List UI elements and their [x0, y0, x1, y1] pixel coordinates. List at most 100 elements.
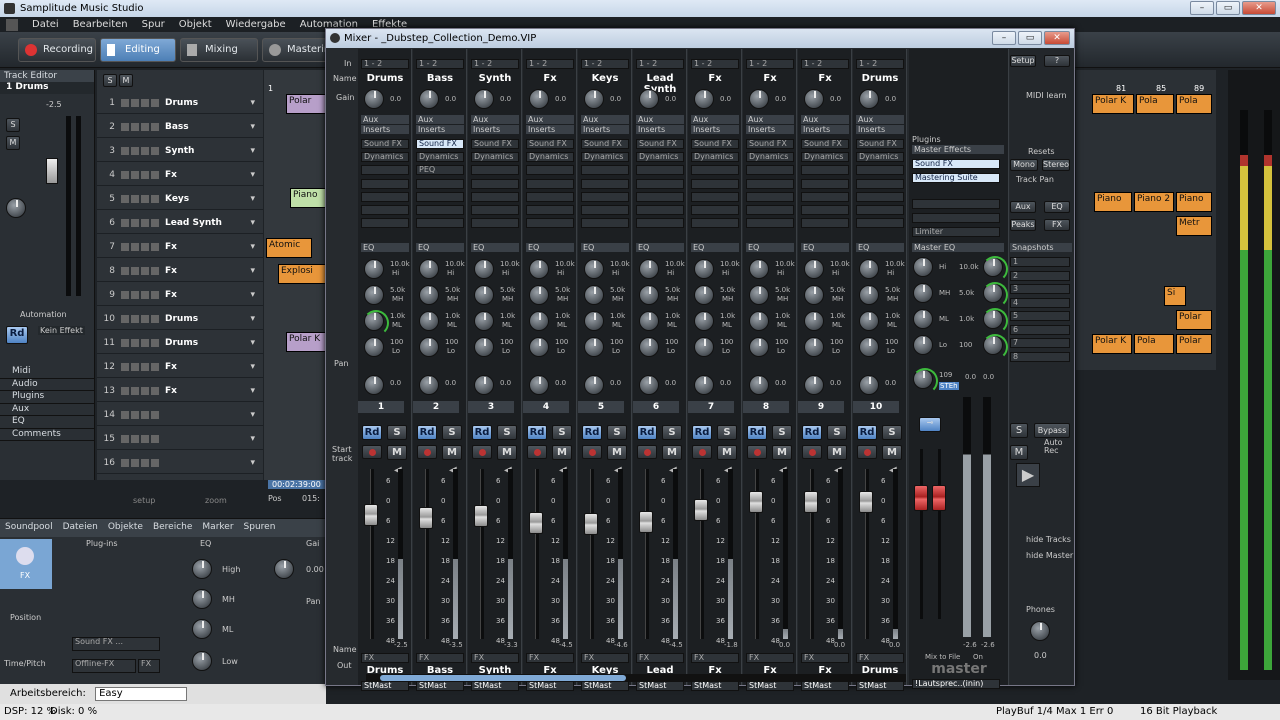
- aux-header[interactable]: Aux: [416, 115, 464, 124]
- master-slot-sound-fx[interactable]: Sound FX: [912, 159, 1000, 169]
- track-row[interactable]: 3 Synth ▾: [97, 140, 263, 162]
- menu-datei[interactable]: Datei: [32, 17, 59, 32]
- track-row[interactable]: 14 ▾: [97, 404, 263, 426]
- record-arm-button[interactable]: [857, 445, 877, 459]
- track-name[interactable]: Bass: [165, 116, 189, 138]
- insert-slot-empty[interactable]: [416, 179, 464, 189]
- track-name[interactable]: Drums: [165, 92, 198, 114]
- volume-fader[interactable]: [529, 512, 543, 534]
- fx-select[interactable]: FX: [856, 653, 904, 663]
- eq-band-knob[interactable]: [639, 259, 659, 279]
- master-eq-ml-freq-knob[interactable]: [982, 308, 1008, 334]
- clip-polar-r3[interactable]: Polar: [1176, 310, 1212, 330]
- solo-all-button[interactable]: S: [103, 74, 117, 87]
- aux-header[interactable]: Aux: [746, 115, 794, 124]
- insert-slot-empty[interactable]: [856, 205, 904, 215]
- track-buttons[interactable]: [121, 435, 159, 443]
- track-buttons[interactable]: [121, 243, 159, 251]
- insert-slot-empty[interactable]: [856, 192, 904, 202]
- read-automation-button[interactable]: Rd: [417, 425, 437, 440]
- solo-button[interactable]: S: [882, 425, 902, 440]
- eq-band-knob[interactable]: [749, 337, 769, 357]
- chevron-down-icon[interactable]: ▾: [250, 236, 255, 258]
- hide-master-toggle[interactable]: hide Master: [1026, 551, 1073, 560]
- snapshot-slot[interactable]: 1: [1010, 257, 1070, 267]
- mixing-mode-button[interactable]: Mixing: [180, 38, 258, 62]
- volume-fader[interactable]: [584, 513, 598, 535]
- workspace-select[interactable]: Easy: [95, 687, 188, 701]
- gain-knob[interactable]: [639, 89, 659, 109]
- pan-knob[interactable]: [584, 375, 604, 395]
- eq-band-knob[interactable]: [804, 337, 824, 357]
- eq-band-knob[interactable]: [529, 285, 549, 305]
- snapshot-slot[interactable]: 8: [1010, 351, 1070, 362]
- eq-band-knob[interactable]: [694, 285, 714, 305]
- pan-knob[interactable]: [364, 375, 384, 395]
- insert-slot-empty[interactable]: [691, 192, 739, 202]
- scrollbar-thumb[interactable]: [380, 675, 626, 681]
- insert-slot-empty[interactable]: [581, 218, 629, 228]
- track-buttons[interactable]: [121, 267, 159, 275]
- track-name[interactable]: Drums: [165, 308, 198, 330]
- eq-band-knob[interactable]: [419, 337, 439, 357]
- track-buttons[interactable]: [121, 171, 159, 179]
- master-on-button[interactable]: On: [973, 653, 983, 661]
- insert-slot-empty[interactable]: [801, 205, 849, 215]
- pan-knob[interactable]: [639, 375, 659, 395]
- track-buttons[interactable]: [121, 219, 159, 227]
- eq-band-knob[interactable]: [584, 259, 604, 279]
- timepitch-tab-label[interactable]: Time/Pitch: [4, 659, 46, 668]
- mute-button[interactable]: M: [497, 445, 517, 460]
- snapshot-slot[interactable]: 5: [1010, 311, 1070, 321]
- fx-select[interactable]: FX: [471, 653, 519, 663]
- input-select[interactable]: 1 - 2: [526, 59, 574, 69]
- offline-fx-select[interactable]: Offline-FX: [72, 659, 136, 673]
- insert-slot-empty[interactable]: [636, 205, 684, 215]
- insert-slot-3[interactable]: [801, 165, 849, 175]
- clip-polar-k-r1[interactable]: Polar K: [1092, 94, 1134, 114]
- aux-header[interactable]: Aux: [471, 115, 519, 124]
- setup-button[interactable]: Setup: [1010, 55, 1036, 67]
- insert-slot-empty[interactable]: [746, 218, 794, 228]
- chevron-down-icon[interactable]: ▾: [250, 260, 255, 282]
- eq-band-knob[interactable]: [804, 311, 824, 331]
- solo-button[interactable]: S: [442, 425, 462, 440]
- mixer-minimize-icon[interactable]: –: [992, 31, 1016, 45]
- inserts-header[interactable]: Inserts: [416, 125, 464, 134]
- fx-select[interactable]: FX: [746, 653, 794, 663]
- eq-band-knob[interactable]: [529, 259, 549, 279]
- clip-piano-r2[interactable]: Piano: [1176, 192, 1212, 212]
- stereo-button[interactable]: Stereo: [1042, 159, 1070, 171]
- eq-band-knob[interactable]: [859, 259, 879, 279]
- reset-fx-button[interactable]: FX: [1044, 219, 1070, 231]
- track-row[interactable]: 8 Fx ▾: [97, 260, 263, 282]
- chevron-down-icon[interactable]: ▾: [250, 116, 255, 138]
- insert-slot-3[interactable]: [636, 165, 684, 175]
- clip-atomic[interactable]: Atomic: [266, 238, 312, 258]
- fx-select[interactable]: FX: [691, 653, 739, 663]
- eq-band-knob[interactable]: [584, 311, 604, 331]
- insert-slot-1[interactable]: Sound FX: [581, 139, 629, 149]
- track-name[interactable]: Synth: [165, 140, 194, 162]
- gain-knob[interactable]: [584, 89, 604, 109]
- insert-slot-empty[interactable]: [361, 205, 409, 215]
- inserts-header[interactable]: Inserts: [526, 125, 574, 134]
- mute-button[interactable]: M: [6, 136, 20, 150]
- insert-slot-empty[interactable]: [471, 205, 519, 215]
- tab-soundpool[interactable]: Soundpool: [0, 519, 58, 537]
- track-row[interactable]: 13 Fx ▾: [97, 380, 263, 402]
- tab-objekte[interactable]: Objekte: [103, 519, 148, 537]
- insert-slot-1[interactable]: Sound FX: [746, 139, 794, 149]
- inserts-header[interactable]: Inserts: [691, 125, 739, 134]
- eq-band-knob[interactable]: [804, 285, 824, 305]
- eq-band-knob[interactable]: [639, 311, 659, 331]
- snapshot-slot[interactable]: 4: [1010, 297, 1070, 308]
- insert-slot-empty[interactable]: [361, 179, 409, 189]
- insert-slot-3[interactable]: PEQ: [416, 165, 464, 175]
- pan-knob[interactable]: [859, 375, 879, 395]
- menu-objekt[interactable]: Objekt: [179, 17, 212, 32]
- insert-slot-1[interactable]: Sound FX: [636, 139, 684, 149]
- fx-select[interactable]: FX: [361, 653, 409, 663]
- mute-button[interactable]: M: [827, 445, 847, 460]
- clip-pola-r[interactable]: Pola: [1134, 334, 1174, 354]
